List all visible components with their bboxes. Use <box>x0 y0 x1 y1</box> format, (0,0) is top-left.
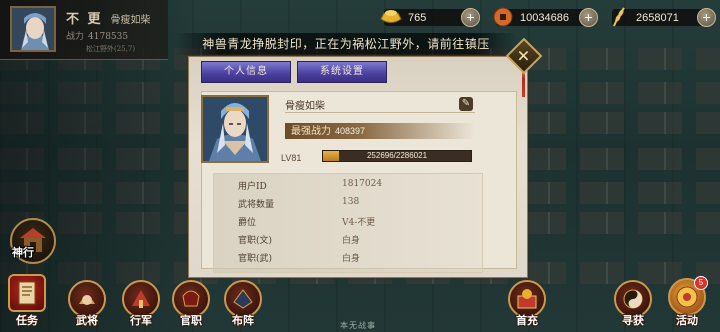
currency-gold: 765 + <box>380 8 480 27</box>
player-power-value: 4178535 <box>88 32 129 42</box>
grain-icon <box>613 7 625 27</box>
bottom-nav-rank-label: 官职 <box>180 314 202 327</box>
bottom-nav-formation-label: 布阵 <box>232 314 254 327</box>
info-row-civil-post: 官职(文) 白身 <box>214 230 482 248</box>
bottom-nav-generals-label: 武将 <box>76 314 98 327</box>
event-badge: 5 <box>694 276 708 290</box>
general-portrait-icon <box>12 8 54 50</box>
edit-name-icon[interactable]: ✎ <box>459 97 473 111</box>
bottom-nav-first-charge-label: 首充 <box>516 314 538 327</box>
shrine-label: 神行 <box>12 246 34 259</box>
player-avatar[interactable] <box>10 6 56 52</box>
info-key: 官职(武) <box>238 254 273 264</box>
info-key: 武将数量 <box>238 200 275 210</box>
first-charge-icon <box>517 289 537 309</box>
quest-banner[interactable]: 神兽青龙挣脱封印，正在为祸松江野外，请前往镇压 <box>176 33 516 55</box>
add-gold-button[interactable]: + <box>461 8 480 27</box>
formation-icon <box>233 289 253 309</box>
info-row-title: 爵位 V4-不更 <box>214 212 482 230</box>
exp-bar: 252696/2286021 <box>322 150 472 162</box>
info-row-military-post: 官职(武) 白身 <box>214 248 482 266</box>
character-name: 骨瘦如柴 <box>285 97 475 113</box>
bottom-nav-march-label: 行军 <box>130 314 152 327</box>
currency-copper: 10034686 + <box>493 7 598 27</box>
player-name: 骨瘦如柴 <box>110 15 151 26</box>
add-grain-button[interactable]: + <box>697 8 716 27</box>
max-power-label: 最强战力 <box>291 126 331 137</box>
info-value: 白身 <box>342 236 361 246</box>
close-icon: ✕ <box>516 46 531 66</box>
info-value: 1817024 <box>342 179 383 189</box>
info-value: 138 <box>342 197 360 207</box>
info-value: 白身 <box>342 254 361 264</box>
gold-value: 765 <box>408 11 427 24</box>
player-location: 松江野外(25,7) <box>86 45 136 53</box>
general-icon <box>79 295 95 305</box>
search-treasure-icon <box>623 289 643 309</box>
info-table: 用户ID 1817024 武将数量 138 爵位 V4-不更 官职(文) 白身 … <box>213 173 483 273</box>
scroll-icon <box>18 281 36 305</box>
bottom-nav-tasks-label: 任务 <box>16 314 38 327</box>
general-portrait-icon <box>203 97 267 161</box>
info-row-general-count: 武将数量 138 <box>214 194 482 212</box>
grain-value: 2658071 <box>636 11 679 24</box>
currency-grain: 2658071 + <box>612 7 716 27</box>
bottom-nav-tasks[interactable] <box>8 274 46 312</box>
copper-value: 10034686 <box>520 11 569 24</box>
info-key: 用户ID <box>238 182 267 192</box>
player-info-dialog: 个人信息 系统设置 ✕ 骨瘦如柴 ✎ 最强战力 408397 LV81 25269… <box>188 37 543 278</box>
character-portrait[interactable] <box>201 95 269 163</box>
player-power: 战力 4178535 <box>66 29 128 42</box>
rank-icon <box>182 290 200 307</box>
info-value: V4-不更 <box>342 218 376 228</box>
exp-text: 252696/2286021 <box>366 151 428 160</box>
battle-status-text: 本无战事 <box>340 321 376 330</box>
tab-system-settings[interactable]: 系统设置 <box>297 61 387 83</box>
copper-coin-icon <box>493 7 513 27</box>
bottom-nav-event-label: 活动 <box>676 314 698 327</box>
player-card[interactable]: 不 更 骨瘦如柴 战力 4178535 松江野外(25,7) <box>0 0 168 60</box>
player-power-label: 战力 <box>66 32 85 42</box>
info-key: 官职(文) <box>238 236 273 246</box>
level-label: LV81 <box>281 153 302 163</box>
gold-ingot-icon <box>380 10 402 23</box>
tab-personal-info[interactable]: 个人信息 <box>201 61 291 83</box>
add-copper-button[interactable]: + <box>579 8 598 27</box>
max-power-row: 最强战力 408397 <box>285 123 475 139</box>
info-key: 爵位 <box>238 218 257 228</box>
player-rank: 不 更 <box>66 12 103 27</box>
info-row-user-id: 用户ID 1817024 <box>214 176 482 194</box>
max-power-value: 408397 <box>335 126 366 136</box>
bottom-nav-treasure-label: 寻获 <box>622 314 644 327</box>
march-icon <box>132 290 150 308</box>
